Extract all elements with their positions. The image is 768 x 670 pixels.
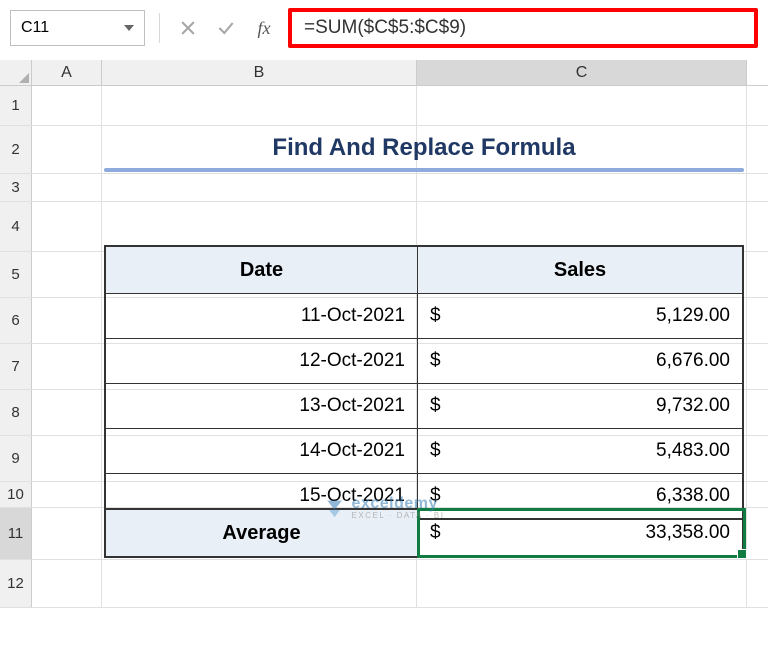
watermark: exceldemy EXCEL · DATA · BI [324, 496, 445, 520]
row-header[interactable]: 7 [0, 344, 32, 389]
cell[interactable] [102, 202, 417, 251]
cell[interactable] [32, 436, 102, 481]
cell[interactable] [32, 174, 102, 201]
cell[interactable] [102, 86, 417, 125]
cell[interactable] [417, 560, 747, 607]
row-header[interactable]: 11 [0, 508, 32, 559]
cell[interactable] [32, 86, 102, 125]
cell[interactable] [32, 126, 102, 173]
sheet-title: Find And Replace Formula [104, 134, 744, 172]
select-all-corner[interactable] [0, 60, 32, 85]
date-cell[interactable]: 14-Oct-2021 [106, 429, 418, 473]
name-box[interactable]: C11 [10, 10, 145, 46]
formula-bar-area: C11 fx =SUM($C$5:$C$9) [0, 0, 768, 60]
row-header[interactable]: 3 [0, 174, 32, 201]
average-value-cell[interactable]: $ 33,358.00 [418, 510, 742, 556]
enter-icon[interactable] [212, 14, 240, 42]
formula-text: =SUM($C$5:$C$9) [304, 17, 466, 39]
watermark-main: exceldemy [352, 496, 445, 512]
cell[interactable] [32, 344, 102, 389]
cell[interactable] [32, 508, 102, 559]
row-1: 1 [0, 86, 768, 126]
table-header-row: Date Sales [106, 247, 742, 293]
cell[interactable] [32, 560, 102, 607]
table-row: 11-Oct-2021 $5,129.00 [106, 293, 742, 338]
row-header[interactable]: 4 [0, 202, 32, 251]
formula-input[interactable]: =SUM($C$5:$C$9) [288, 8, 758, 48]
table-row: 14-Oct-2021 $5,483.00 [106, 428, 742, 473]
cell[interactable] [102, 174, 417, 201]
fx-icon[interactable]: fx [250, 14, 278, 42]
row-header[interactable]: 10 [0, 482, 32, 507]
row-header[interactable]: 2 [0, 126, 32, 173]
cancel-icon[interactable] [174, 14, 202, 42]
row-3: 3 [0, 174, 768, 202]
header-date[interactable]: Date [106, 247, 418, 293]
cell[interactable] [417, 202, 747, 251]
date-cell[interactable]: 12-Oct-2021 [106, 339, 418, 383]
row-header[interactable]: 12 [0, 560, 32, 607]
title-underline [104, 168, 744, 172]
date-cell[interactable]: 13-Oct-2021 [106, 384, 418, 428]
cell[interactable] [32, 202, 102, 251]
column-headers: A B C [0, 60, 768, 86]
sales-cell[interactable]: $5,129.00 [418, 294, 742, 338]
col-header-c[interactable]: C [417, 60, 747, 85]
cell[interactable] [32, 482, 102, 507]
row-header[interactable]: 8 [0, 390, 32, 435]
date-cell[interactable]: 11-Oct-2021 [106, 294, 418, 338]
sales-cell[interactable]: $9,732.00 [418, 384, 742, 428]
cell[interactable] [32, 298, 102, 343]
cell[interactable] [417, 86, 747, 125]
title-text: Find And Replace Formula [104, 134, 744, 162]
dropdown-icon[interactable] [124, 25, 134, 31]
spreadsheet-grid: A B C 1 2 3 4 5 6 7 8 9 10 11 12 Find An… [0, 60, 768, 608]
col-header-a[interactable]: A [32, 60, 102, 85]
row-header[interactable]: 6 [0, 298, 32, 343]
cell[interactable] [417, 174, 747, 201]
watermark-sub: EXCEL · DATA · BI [352, 512, 445, 520]
row-header[interactable]: 5 [0, 252, 32, 297]
name-box-value: C11 [21, 19, 124, 37]
separator [159, 13, 160, 43]
row-12: 12 [0, 560, 768, 608]
table-row: 13-Oct-2021 $9,732.00 [106, 383, 742, 428]
cell[interactable] [32, 390, 102, 435]
cell[interactable] [102, 560, 417, 607]
cell[interactable] [32, 252, 102, 297]
table-row: 12-Oct-2021 $6,676.00 [106, 338, 742, 383]
row-header[interactable]: 1 [0, 86, 32, 125]
logo-icon [324, 497, 346, 519]
sales-cell[interactable]: $6,676.00 [418, 339, 742, 383]
row-header[interactable]: 9 [0, 436, 32, 481]
data-table: Date Sales 11-Oct-2021 $5,129.00 12-Oct-… [104, 245, 744, 520]
sales-cell[interactable]: $5,483.00 [418, 429, 742, 473]
header-sales[interactable]: Sales [418, 247, 742, 293]
col-header-b[interactable]: B [102, 60, 417, 85]
